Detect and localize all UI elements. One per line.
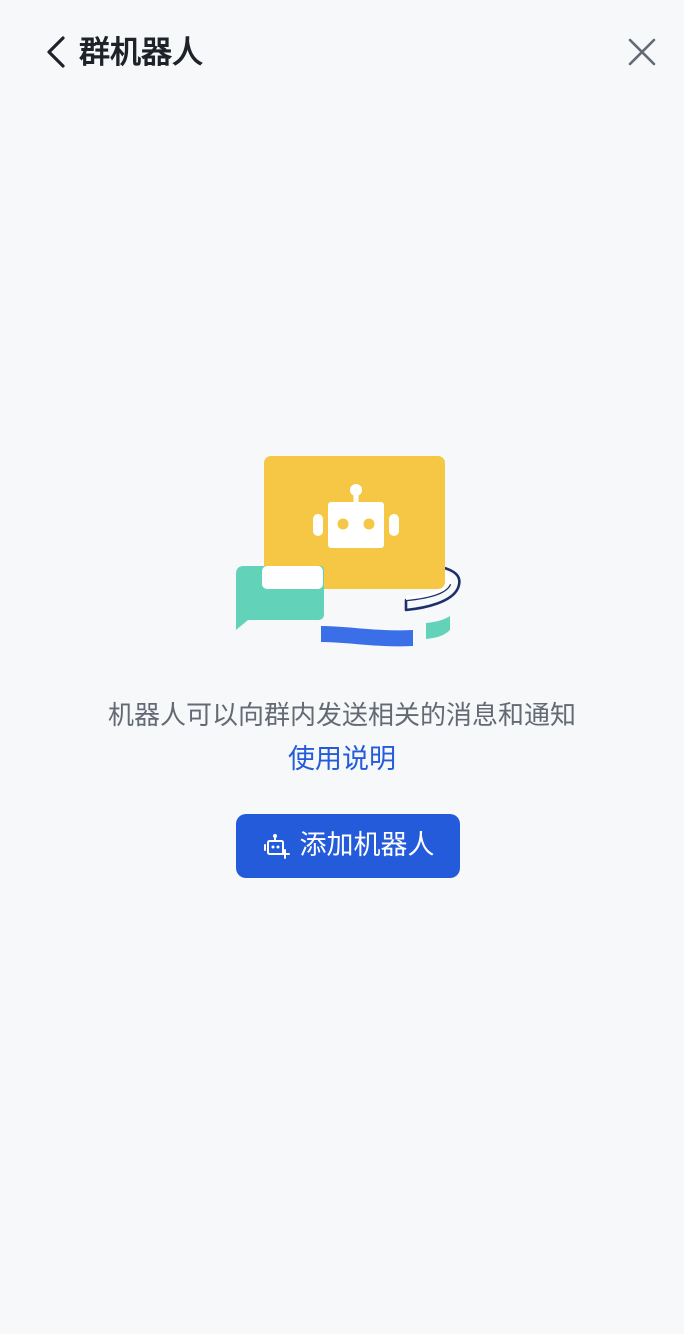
close-button[interactable]	[618, 28, 666, 76]
empty-state-description: 机器人可以向群内发送相关的消息和通知	[107, 701, 576, 731]
help-link[interactable]: 使用说明	[0, 738, 684, 782]
add-robot-button[interactable]: 添加机器人	[236, 814, 460, 878]
teal-ribbon-shape	[426, 616, 450, 639]
page-title: 群机器人	[79, 35, 203, 71]
robot-chat-illustration	[230, 450, 466, 652]
white-overlap-shape	[262, 566, 323, 589]
add-robot-button-label: 添加机器人	[299, 830, 435, 861]
header-bar: 群机器人	[0, 0, 684, 106]
close-icon	[628, 38, 656, 66]
add-robot-icon	[262, 832, 290, 860]
back-button[interactable]	[36, 30, 76, 74]
blue-ribbon-shape	[321, 626, 413, 647]
chevron-left-icon	[47, 36, 65, 68]
